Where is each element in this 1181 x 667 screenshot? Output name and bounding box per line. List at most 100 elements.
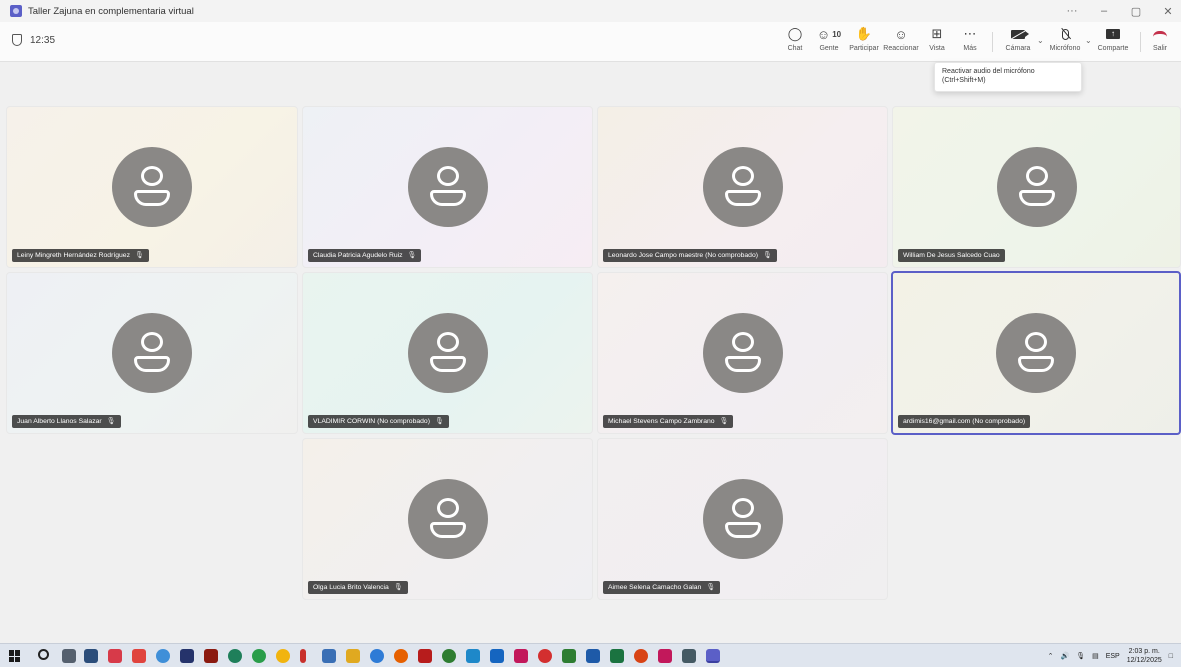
mic-muted-icon: 🎙 bbox=[393, 584, 403, 591]
avatar-icon bbox=[702, 147, 783, 227]
system-tray: ⌃ 🔊 🎙 ▤ ESP 2:03 p. m. 12/12/2025 □ bbox=[1048, 647, 1173, 665]
participant-tile[interactable]: VLADIMIR CORWIN (No comprobado) 🎙 bbox=[302, 272, 593, 434]
participant-name-tag: Leonardo Jose Campo maestre (No comproba… bbox=[603, 249, 777, 262]
file-explorer-icon[interactable] bbox=[346, 649, 360, 663]
app-icon[interactable] bbox=[228, 649, 242, 663]
avatar-icon bbox=[702, 479, 783, 559]
leave-button[interactable]: Salir bbox=[1138, 26, 1181, 58]
tooltip-line-1: Reactivar audio del micrófono bbox=[942, 68, 1035, 75]
meeting-toolbar: 12:35 ◯ Chat ☺ 10 Gente ✋ Participar ☺ Re… bbox=[0, 22, 1181, 62]
share-icon: ↑ bbox=[1106, 26, 1120, 42]
mic-muted-icon: 🎙 bbox=[719, 418, 729, 425]
app-icon[interactable] bbox=[442, 649, 456, 663]
share-button[interactable]: ↑ Comparte bbox=[1091, 26, 1135, 58]
store-icon[interactable] bbox=[84, 649, 98, 663]
browser-icon[interactable] bbox=[156, 649, 170, 663]
app-icon[interactable] bbox=[634, 649, 648, 663]
photoshop-icon[interactable] bbox=[466, 649, 480, 663]
edge-icon[interactable] bbox=[370, 649, 384, 663]
participant-tile[interactable]: Claudia Patricia Agudelo Ruiz 🎙 bbox=[302, 106, 593, 268]
firefox-icon[interactable] bbox=[394, 649, 408, 663]
participant-tile-active-speaker[interactable]: ardimis16@gmail.com (No comprobado) bbox=[891, 271, 1181, 435]
app-icon[interactable] bbox=[108, 649, 122, 663]
clock[interactable]: 2:03 p. m. 12/12/2025 bbox=[1127, 647, 1162, 665]
excel-icon[interactable] bbox=[610, 649, 624, 663]
mic-muted-icon: 🎙 bbox=[763, 252, 772, 259]
mic-muted-icon: 🎙 bbox=[434, 418, 444, 425]
participant-tile[interactable]: Leiny Mingreth Hernández Rodríguez 🎙 bbox=[6, 106, 298, 268]
indesign-icon[interactable] bbox=[514, 649, 528, 663]
clock-time: 2:03 p. m. bbox=[1128, 648, 1160, 655]
people-label: Gente bbox=[819, 45, 839, 52]
more-icon: ⋯ bbox=[963, 26, 977, 41]
close-button[interactable]: ✕ bbox=[1161, 5, 1175, 18]
acrobat-icon[interactable] bbox=[418, 649, 432, 663]
mic-muted-icon: 🎙 bbox=[134, 252, 144, 259]
participant-tile[interactable]: Leonardo Jose Campo maestre (No comproba… bbox=[597, 106, 888, 268]
participant-name: Juan Alberto Llanos Salazar bbox=[17, 418, 102, 425]
mic-muted-icon: 🎙 bbox=[407, 252, 417, 259]
leave-label: Salir bbox=[1152, 45, 1167, 52]
minimize-button[interactable]: – bbox=[1097, 5, 1111, 17]
window-options-button[interactable]: ··· bbox=[1065, 5, 1079, 17]
word-icon[interactable] bbox=[586, 649, 600, 663]
avatar-icon bbox=[407, 147, 488, 227]
publisher-icon[interactable] bbox=[562, 649, 576, 663]
camera-button[interactable]: Cámara bbox=[996, 26, 1040, 58]
task-view-icon[interactable] bbox=[62, 649, 76, 663]
toolbar-divider bbox=[992, 32, 993, 52]
maximize-button[interactable]: ▢ bbox=[1129, 5, 1143, 18]
avatar-icon bbox=[407, 479, 488, 559]
search-icon[interactable] bbox=[38, 649, 49, 660]
view-label: Vista bbox=[929, 45, 945, 52]
participant-name-tag: VLADIMIR CORWIN (No comprobado) 🎙 bbox=[308, 415, 449, 428]
participant-name: William De Jesus Salcedo Cuao bbox=[903, 252, 1000, 259]
app-icon[interactable] bbox=[682, 649, 696, 663]
microphone-button[interactable]: Micrófono bbox=[1043, 26, 1087, 58]
participant-name-tag: ardimis16@gmail.com (No comprobado) bbox=[898, 415, 1031, 428]
more-button[interactable]: ⋯ Más bbox=[948, 26, 992, 58]
mic-off-icon bbox=[1061, 26, 1069, 42]
app-icon[interactable] bbox=[132, 649, 146, 663]
language-indicator[interactable]: ESP bbox=[1106, 653, 1120, 660]
chat-label: Chat bbox=[787, 45, 803, 52]
raise-hand-label: Participar bbox=[849, 45, 879, 52]
chevron-up-icon[interactable]: ⌃ bbox=[1048, 652, 1054, 660]
whatsapp-icon[interactable] bbox=[252, 649, 266, 663]
volume-icon[interactable]: 🔊 bbox=[1060, 652, 1069, 660]
teams-icon bbox=[10, 5, 22, 17]
participant-tile[interactable]: Juan Alberto Llanos Salazar 🎙 bbox=[6, 272, 298, 434]
participant-tile[interactable]: Michael Stevens Campo Zambrano 🎙 bbox=[597, 272, 888, 434]
participant-name-tag: Olga Lucia Brito Valencia 🎙 bbox=[308, 581, 408, 594]
phone-hangup-icon bbox=[1153, 26, 1167, 42]
lightroom-icon[interactable] bbox=[490, 649, 504, 663]
indesign-icon[interactable] bbox=[658, 649, 672, 663]
windows-start-icon[interactable] bbox=[9, 650, 21, 662]
chat-icon: ◯ bbox=[787, 26, 803, 41]
illustrator-icon[interactable] bbox=[204, 649, 218, 663]
windows-taskbar: ⌃ 🔊 🎙 ▤ ESP 2:03 p. m. 12/12/2025 □ bbox=[0, 643, 1181, 667]
app-icon[interactable] bbox=[538, 649, 552, 663]
lightroom-classic-icon[interactable] bbox=[180, 649, 194, 663]
participant-name: Aimee Selena Camacho Galan bbox=[608, 584, 702, 591]
teams-icon[interactable] bbox=[706, 649, 720, 663]
participant-tile[interactable]: Aimee Selena Camacho Galan 🎙 bbox=[597, 438, 888, 600]
network-icon[interactable]: ▤ bbox=[1092, 652, 1099, 660]
participant-tile[interactable]: William De Jesus Salcedo Cuao bbox=[892, 106, 1181, 268]
participant-name-tag: Michael Stevens Campo Zambrano 🎙 bbox=[603, 415, 734, 428]
meeting-timer: 12:35 bbox=[12, 34, 55, 46]
participant-name: Claudia Patricia Agudelo Ruiz bbox=[313, 252, 403, 259]
people-count: 10 bbox=[832, 29, 842, 39]
more-label: Más bbox=[963, 45, 977, 52]
title-bar: Taller Zajuna en complementaria virtual … bbox=[0, 0, 1181, 22]
notification-icon[interactable]: □ bbox=[1169, 653, 1173, 660]
participant-tile[interactable]: Olga Lucia Brito Valencia 🎙 bbox=[302, 438, 593, 600]
app-icon[interactable] bbox=[322, 649, 336, 663]
app-icon[interactable] bbox=[300, 649, 306, 663]
window-title: Taller Zajuna en complementaria virtual bbox=[28, 5, 194, 17]
grid-icon: ⊞ bbox=[931, 26, 943, 41]
avatar-icon bbox=[996, 147, 1077, 227]
microphone-icon[interactable]: 🎙 bbox=[1076, 652, 1085, 660]
participant-name-tag: Aimee Selena Camacho Galan 🎙 bbox=[603, 581, 721, 594]
chrome-icon[interactable] bbox=[276, 649, 290, 663]
